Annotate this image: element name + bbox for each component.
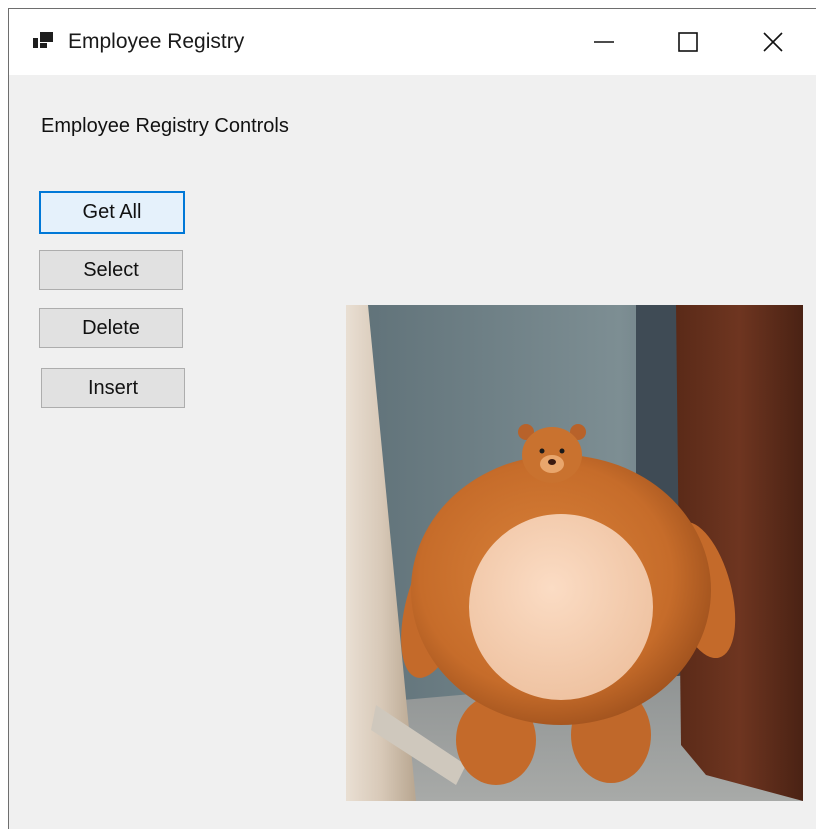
maximize-icon <box>678 32 698 52</box>
minimize-icon <box>594 41 614 43</box>
controls-heading: Employee Registry Controls <box>41 115 289 137</box>
maximize-button[interactable] <box>646 9 730 75</box>
window-title: Employee Registry <box>68 30 245 53</box>
close-icon <box>763 32 783 52</box>
minimize-button[interactable] <box>562 9 646 75</box>
title-bar[interactable]: Employee Registry <box>9 9 816 75</box>
get-all-button[interactable]: Get All <box>39 191 185 234</box>
main-window: Employee Registry Employee Registry Cont… <box>8 8 816 829</box>
insert-button[interactable]: Insert <box>41 368 185 408</box>
bear-photo <box>346 305 803 801</box>
delete-button[interactable]: Delete <box>39 308 183 348</box>
close-button[interactable] <box>731 9 815 75</box>
app-window-icon <box>33 32 53 48</box>
select-button[interactable]: Select <box>39 250 183 290</box>
